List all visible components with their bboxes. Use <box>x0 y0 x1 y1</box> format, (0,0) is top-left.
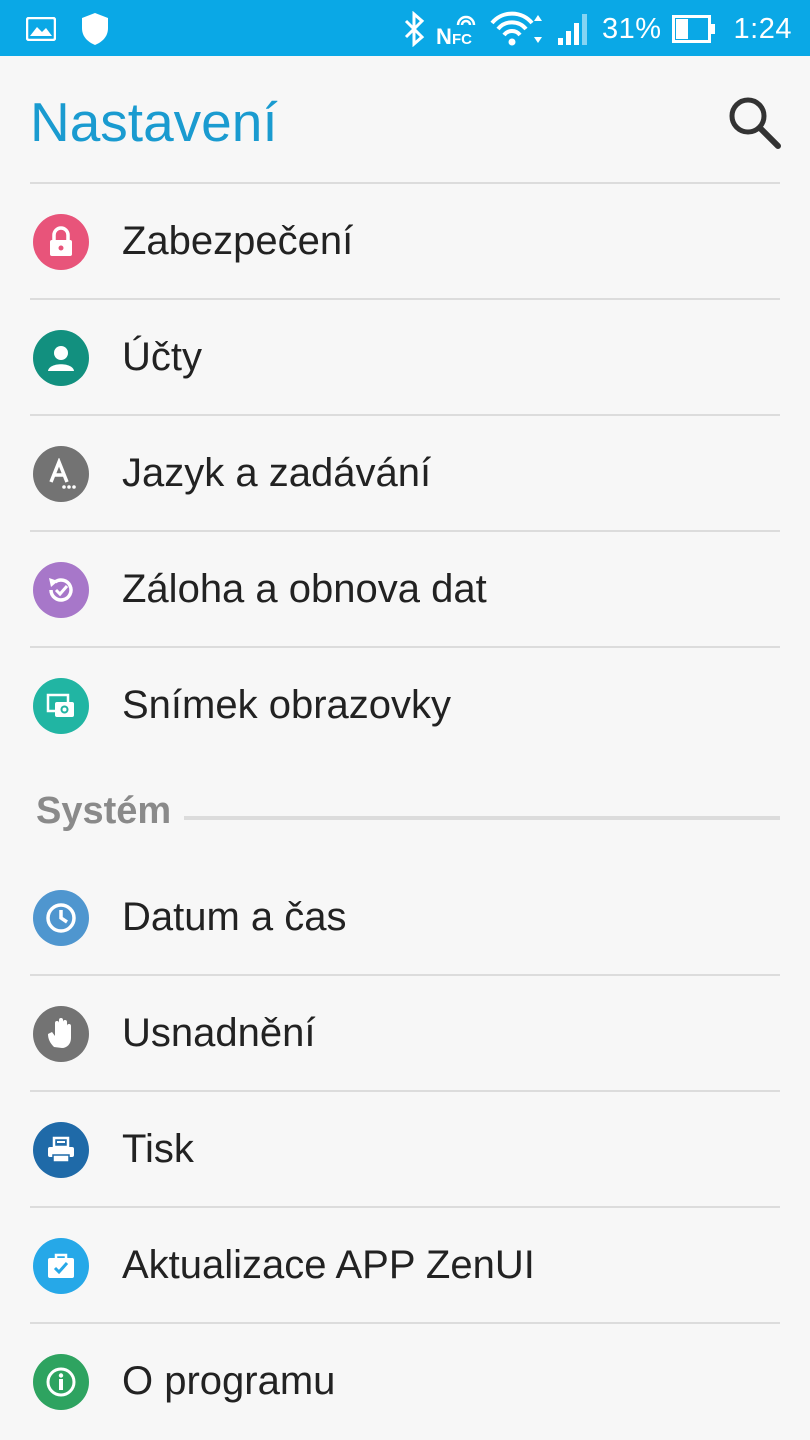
settings-item-about[interactable]: O programu <box>30 1322 780 1438</box>
lock-icon <box>33 214 89 270</box>
settings-item-language-input[interactable]: Jazyk a zadávání <box>30 414 780 530</box>
settings-item-label: Jazyk a zadávání <box>122 451 432 495</box>
search-icon <box>729 97 781 149</box>
hand-icon <box>33 1006 89 1062</box>
settings-item-date-time[interactable]: Datum a čas <box>30 860 780 974</box>
screenshot-icon <box>33 678 89 734</box>
settings-list: Zabezpečení Účty Jazyk a zadávání Záloha… <box>0 182 810 1438</box>
settings-item-label: Tisk <box>122 1127 194 1171</box>
settings-item-print[interactable]: Tisk <box>30 1090 780 1206</box>
wifi-icon <box>490 11 546 47</box>
settings-item-screenshot[interactable]: Snímek obrazovky <box>30 646 780 762</box>
clock-icon <box>33 890 89 946</box>
battery-percent: 31% <box>602 12 662 45</box>
settings-item-label: Zabezpečení <box>122 219 354 263</box>
bluetooth-icon <box>402 11 426 47</box>
settings-item-label: Snímek obrazovky <box>122 683 452 727</box>
settings-item-accounts[interactable]: Účty <box>30 298 780 414</box>
svg-text:FC: FC <box>452 31 472 47</box>
settings-item-accessibility[interactable]: Usnadnění <box>30 974 780 1090</box>
page-title: Nastavení <box>30 91 278 153</box>
settings-item-label: Usnadnění <box>122 1011 316 1055</box>
settings-item-label: Datum a čas <box>122 895 347 939</box>
clock: 1:24 <box>733 12 792 45</box>
print-icon <box>33 1122 89 1178</box>
settings-item-label: Účty <box>122 335 202 379</box>
settings-item-backup-restore[interactable]: Záloha a obnova dat <box>30 530 780 646</box>
svg-text:N: N <box>436 24 452 47</box>
settings-item-security[interactable]: Zabezpečení <box>30 182 780 298</box>
update-icon <box>33 1238 89 1294</box>
language-icon <box>33 446 89 502</box>
nfc-icon: N FC <box>436 11 480 47</box>
signal-icon <box>556 12 592 46</box>
settings-item-label: O programu <box>122 1359 336 1403</box>
image-notification-icon <box>26 17 56 41</box>
section-header-system: Systém <box>30 762 780 838</box>
settings-item-label: Záloha a obnova dat <box>122 567 487 611</box>
section-title: Systém <box>36 790 172 832</box>
section-divider <box>184 816 780 820</box>
settings-item-zenui-update[interactable]: Aktualizace APP ZenUI <box>30 1206 780 1322</box>
status-bar: N FC 31% 1:24 <box>0 0 810 56</box>
shield-icon <box>80 12 110 46</box>
info-icon <box>33 1354 89 1410</box>
battery-icon <box>671 15 716 43</box>
app-bar: Nastavení <box>0 56 810 184</box>
account-icon <box>33 330 89 386</box>
settings-item-label: Aktualizace APP ZenUI <box>122 1243 535 1287</box>
backup-icon <box>33 562 89 618</box>
search-button[interactable] <box>726 94 782 150</box>
